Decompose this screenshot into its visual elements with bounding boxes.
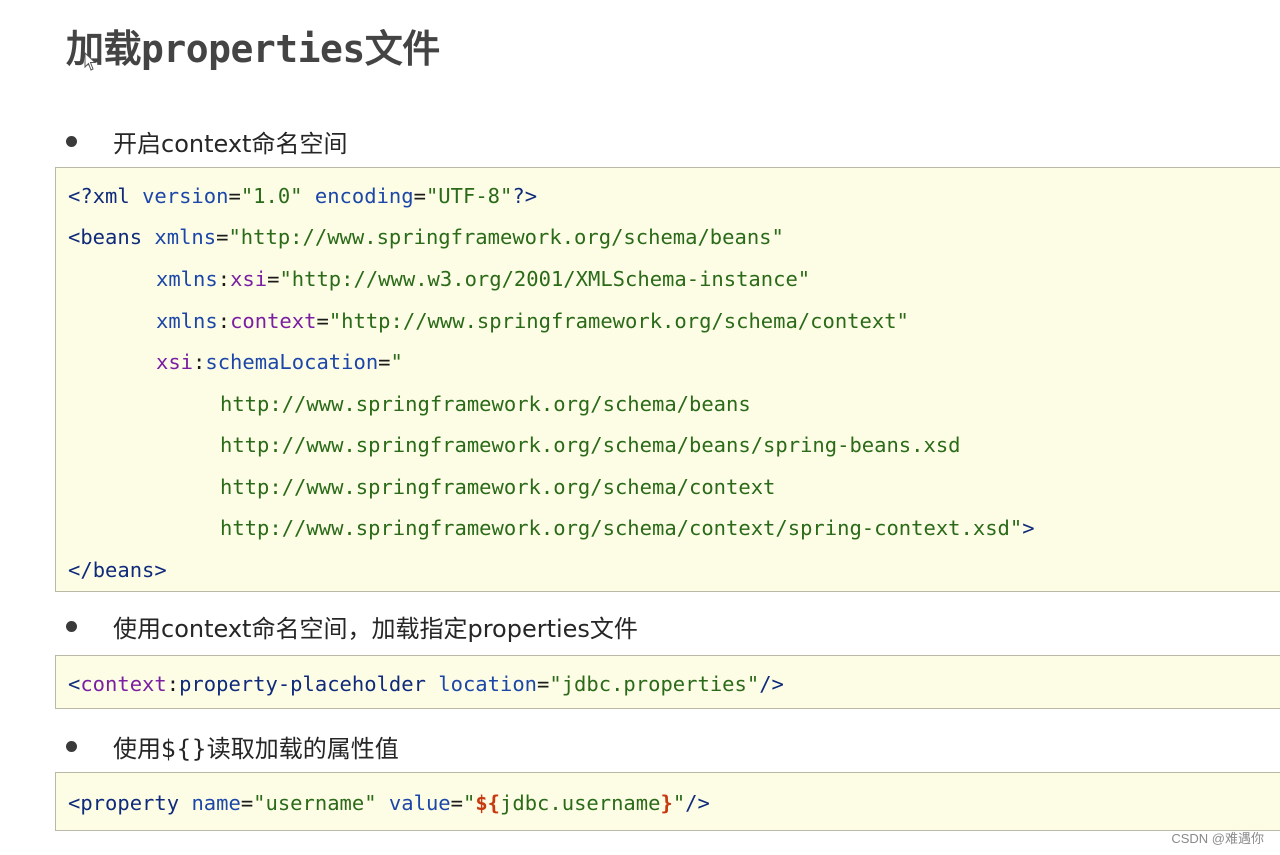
code-line: xmlns:context="http://www.springframewor… (156, 309, 909, 333)
code-block-property-value: <property name="username" value="${jdbc.… (55, 772, 1280, 831)
bullet-item: 使用context命名空间，加载指定properties文件 (66, 609, 638, 644)
bullet-dot-icon (66, 741, 77, 752)
bullet-dot-icon (66, 136, 77, 147)
code-line: http://www.springframework.org/schema/co… (220, 516, 1035, 540)
bullet-item: 开启context命名空间 (66, 124, 347, 159)
code-line: http://www.springframework.org/schema/co… (220, 475, 776, 499)
code-line: http://www.springframework.org/schema/be… (220, 433, 961, 457)
bullet-text: 使用context命名空间，加载指定properties文件 (113, 615, 638, 643)
bullet-text: 开启context命名空间 (113, 130, 348, 158)
code-line: <?xml version="1.0" encoding="UTF-8"?> (68, 184, 538, 208)
page-title: 加载properties文件 (66, 27, 440, 71)
bullet-dot-icon (66, 621, 77, 632)
code-line: <context:property-placeholder location="… (68, 672, 784, 696)
watermark: CSDN @难遇你 (1171, 831, 1264, 846)
code-line: http://www.springframework.org/schema/be… (220, 392, 751, 416)
bullet-item: 使用${}读取加载的属性值 (66, 729, 399, 764)
code-line: <property name="username" value="${jdbc.… (68, 791, 710, 815)
code-line: xsi:schemaLocation=" (156, 350, 403, 374)
mouse-cursor-icon (84, 52, 97, 71)
code-line: xmlns:xsi="http://www.w3.org/2001/XMLSch… (156, 267, 811, 291)
code-block-xml-namespace: <?xml version="1.0" encoding="UTF-8"?> <… (55, 167, 1280, 592)
code-line: <beans xmlns="http://www.springframework… (68, 225, 784, 249)
code-line: </beans> (68, 558, 167, 582)
code-block-property-placeholder: <context:property-placeholder location="… (55, 655, 1280, 709)
bullet-text: 使用${}读取加载的属性值 (113, 735, 399, 763)
